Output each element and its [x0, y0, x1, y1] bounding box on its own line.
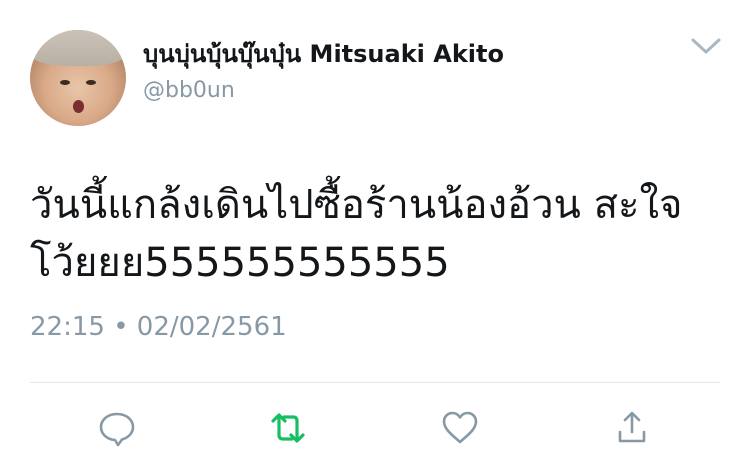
chevron-down-icon[interactable]	[690, 36, 722, 56]
share-button[interactable]	[612, 408, 652, 448]
reply-button[interactable]	[97, 408, 137, 448]
avatar-mouth	[73, 100, 84, 113]
retweet-icon	[271, 413, 305, 443]
avatar-hair	[30, 30, 126, 66]
user-handle[interactable]: @bb0un	[143, 78, 235, 103]
display-name[interactable]: บุนบุ่นบุ้นบุ๊นบุ๋น Mitsuaki Akito	[143, 34, 504, 73]
reply-icon	[99, 412, 135, 447]
tweet-text-line-1: วันนี้แกล้งเดินไปซื้อร้านน้องอ้วน สะใจ	[30, 182, 683, 228]
retweet-button[interactable]	[268, 408, 308, 448]
share-icon	[618, 411, 646, 443]
heart-icon	[442, 411, 478, 444]
avatar-left-eye	[60, 80, 70, 85]
avatar[interactable]	[30, 30, 126, 126]
avatar-right-eye	[86, 80, 96, 85]
tweet-text: วันนี้แกล้งเดินไปซื้อร้านน้องอ้วน สะใจ โ…	[30, 176, 730, 292]
like-button[interactable]	[440, 408, 480, 448]
tweet-text-line-2: โว้ยยย555555555555	[30, 240, 450, 286]
tweet-timestamp[interactable]: 22:15 • 02/02/2561	[30, 312, 287, 342]
divider	[30, 382, 720, 383]
